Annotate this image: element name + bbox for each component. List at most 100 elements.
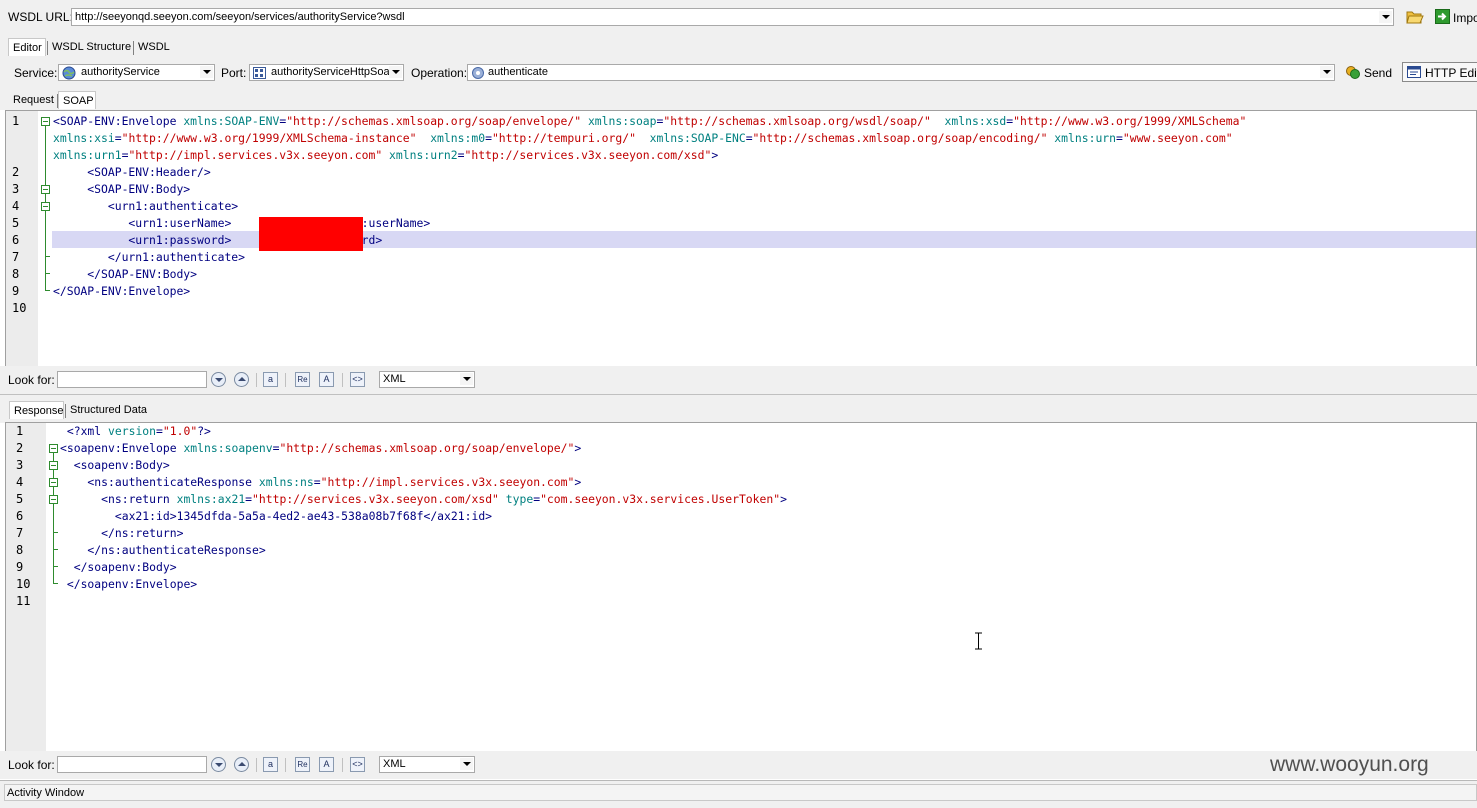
code-line[interactable]: </SOAP-ENV:Body> [53, 266, 197, 283]
tab-wsdl-structure[interactable]: WSDL Structure [48, 38, 135, 56]
fold-toggle-icon[interactable] [41, 185, 50, 194]
format-icon[interactable]: <> [350, 372, 365, 387]
fold-guide-end [53, 532, 58, 533]
code-line[interactable]: <urn1:authenticate> [53, 198, 238, 215]
code-line[interactable]: </ns:authenticateResponse> [60, 542, 266, 559]
code-line[interactable]: xmlns:xsi="http://www.w3.org/1999/XMLSch… [53, 130, 1233, 147]
code-line[interactable]: <ax21:id>1345dfda-5a5a-4ed2-ae43-538a08b… [60, 508, 492, 525]
line-number: 1 [16, 424, 24, 438]
search-input[interactable] [57, 756, 207, 773]
xml-attribute: xmlns:urn2 [389, 148, 458, 162]
xml-tag-text: <soapenv:Body> [60, 458, 170, 472]
open-folder-icon[interactable] [1406, 9, 1424, 24]
fold-guide-end [53, 566, 58, 567]
line-number: 9 [16, 560, 24, 574]
line-number: 3 [12, 182, 20, 196]
xml-tag-text: </urn1:authenticate> [53, 250, 246, 264]
code-line[interactable]: <soapenv:Envelope xmlns:soapenv="http://… [60, 440, 581, 457]
match-case-icon[interactable]: a [263, 757, 278, 772]
wsdl-url-value: http://seeyonqd.seeyon.com/seeyon/servic… [75, 11, 405, 23]
http-editor-button[interactable]: HTTP Edito [1402, 62, 1477, 82]
code-line[interactable]: </ns:return> [60, 525, 183, 542]
code-line[interactable]: <soapenv:Body> [60, 457, 170, 474]
find-next-icon[interactable] [211, 372, 226, 387]
fold-toggle-icon[interactable] [41, 117, 50, 126]
code-line[interactable]: </soapenv:Body> [60, 559, 177, 576]
xml-tag-text: <SOAP-ENV:Header/> [53, 165, 211, 179]
wsdl-url-input[interactable]: http://seeyonqd.seeyon.com/seeyon/servic… [71, 8, 1394, 26]
port-select[interactable]: authorityServiceHttpSoa [249, 64, 404, 81]
line-number: 3 [16, 458, 24, 472]
regex-icon[interactable]: Re [295, 372, 310, 387]
xml-tag-text [581, 114, 588, 128]
fold-toggle-icon[interactable] [49, 495, 58, 504]
format-value: XML [383, 758, 406, 770]
chevron-down-icon[interactable] [1379, 11, 1392, 23]
xml-tag-text: </ns:authenticateResponse> [60, 543, 266, 557]
tab-request[interactable]: Request [9, 91, 58, 109]
code-line[interactable]: xmlns:urn1="http://impl.services.v3x.see… [53, 147, 718, 164]
code-line[interactable]: <ns:return xmlns:ax21="http://services.v… [60, 491, 787, 508]
format-select[interactable]: XML [379, 756, 475, 773]
tab-editor[interactable]: Editor [8, 38, 46, 56]
fold-toggle-icon[interactable] [41, 202, 50, 211]
chevron-down-icon[interactable] [200, 66, 213, 78]
regex-icon[interactable]: Re [295, 757, 310, 772]
highlight-all-icon[interactable]: A [319, 372, 334, 387]
tab-structured-data[interactable]: Structured Data [66, 401, 151, 419]
tab-soap[interactable]: SOAP [58, 91, 96, 109]
fold-toggle-icon[interactable] [49, 478, 58, 487]
main-tabbar: Editor WSDL Structure WSDL [0, 34, 1477, 58]
request-editor[interactable]: 1 2 3 4 5 6 7 8 9 10 <SOAP-ENV:Envelope xmlns:SOA… [5, 110, 1477, 368]
http-editor-icon [1407, 66, 1421, 78]
tab-wsdl[interactable]: WSDL [134, 38, 174, 56]
chevron-down-icon[interactable] [460, 758, 473, 770]
code-line[interactable]: </soapenv:Envelope> [60, 576, 197, 593]
operation-select[interactable]: authenticate [467, 64, 1335, 81]
activity-window-tab[interactable]: Activity Window [4, 784, 1477, 801]
import-button[interactable]: Impo [1433, 8, 1477, 26]
code-line[interactable]: <urn1:userName> </urn1:userName> [53, 215, 430, 232]
send-button[interactable]: Send [1343, 63, 1395, 82]
separator [285, 758, 286, 772]
tab-response[interactable]: Response [9, 401, 64, 419]
fold-toggle-icon[interactable] [49, 461, 58, 470]
response-editor[interactable]: 1 2 3 4 5 6 7 8 9 10 11 <?xml version="1.0"?> <soap… [5, 422, 1477, 752]
code-line[interactable]: <SOAP-ENV:Header/> [53, 164, 211, 181]
search-input[interactable] [57, 371, 207, 388]
search-bar-request: Look for: a Re A <> XML [0, 366, 1477, 394]
code-line[interactable]: </urn1:authenticate> [53, 249, 245, 266]
chevron-down-icon[interactable] [1320, 66, 1333, 78]
code-line[interactable]: <?xml version="1.0"?> [60, 423, 211, 440]
xml-tag-text: = [1116, 131, 1123, 145]
separator [285, 373, 286, 387]
find-previous-icon[interactable] [234, 372, 249, 387]
operation-toolbar: Service: authorityService Port: authorit… [0, 58, 1477, 86]
find-previous-icon[interactable] [234, 757, 249, 772]
text-cursor-icon [975, 632, 982, 650]
line-number: 2 [12, 165, 20, 179]
xml-value: "http://tempuri.org/" [491, 131, 636, 145]
match-case-icon[interactable]: a [263, 372, 278, 387]
highlight-all-icon[interactable]: A [319, 757, 334, 772]
line-number: 10 [12, 301, 27, 315]
fold-toggle-icon[interactable] [49, 444, 58, 453]
code-line[interactable]: <ns:authenticateResponse xmlns:ns="http:… [60, 474, 581, 491]
chevron-down-icon[interactable] [389, 66, 402, 78]
service-select[interactable]: authorityService [58, 64, 215, 81]
format-select[interactable]: XML [379, 371, 475, 388]
find-next-icon[interactable] [211, 757, 226, 772]
xml-tag-text: <ns:authenticateResponse [60, 475, 259, 489]
redaction-block [259, 234, 363, 251]
chevron-down-icon[interactable] [460, 373, 473, 385]
operation-label: Operation: [411, 66, 468, 80]
xml-attribute: type [505, 492, 534, 506]
code-line[interactable]: </SOAP-ENV:Envelope> [53, 283, 190, 300]
xml-tag-text: = [245, 492, 253, 506]
request-gutter [6, 111, 38, 367]
format-icon[interactable]: <> [350, 757, 365, 772]
code-line[interactable]: <SOAP-ENV:Body> [53, 181, 190, 198]
code-line[interactable]: <SOAP-ENV:Envelope xmlns:SOAP-ENV="http:… [53, 113, 1246, 130]
fold-guide [53, 453, 54, 583]
port-value: authorityServiceHttpSoa [271, 66, 390, 78]
